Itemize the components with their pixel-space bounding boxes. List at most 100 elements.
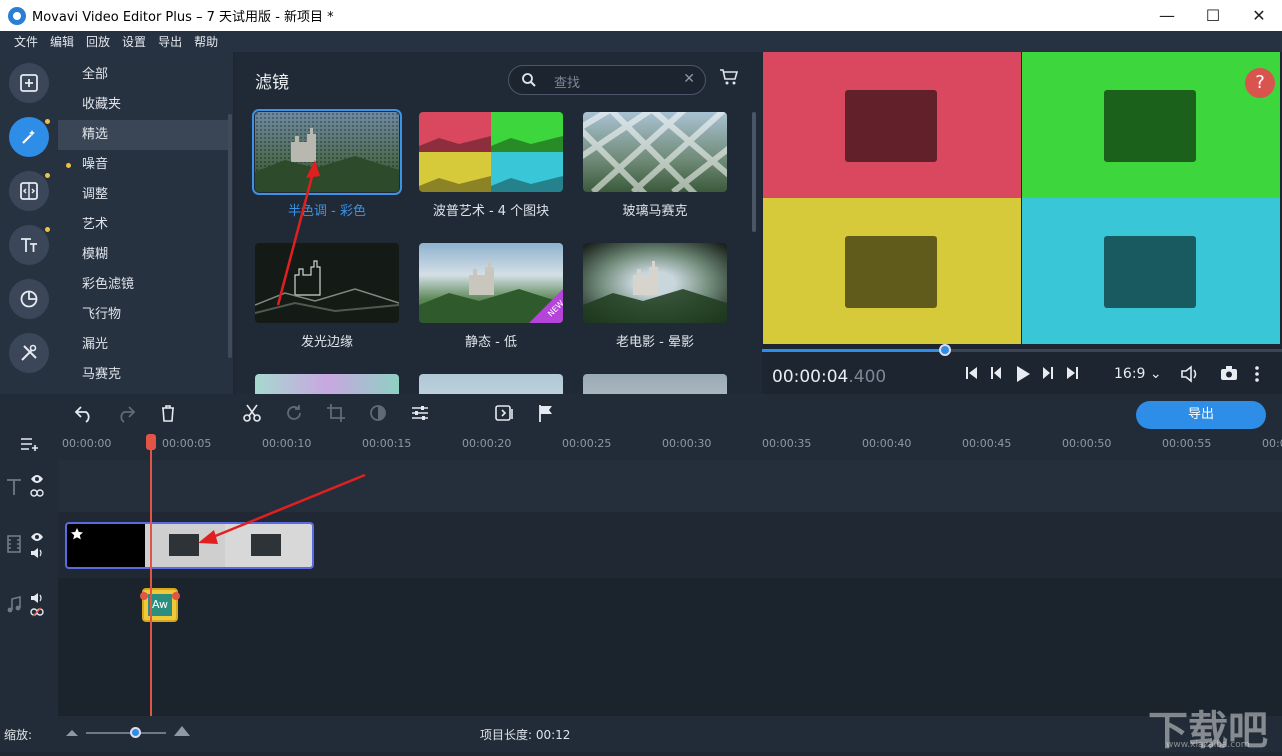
close-button[interactable]: ✕: [1236, 0, 1282, 31]
play-icon[interactable]: [1014, 365, 1032, 383]
zoom-out-icon[interactable]: [66, 728, 78, 736]
maximize-button[interactable]: ☐: [1190, 0, 1236, 31]
rotate-icon[interactable]: [284, 403, 304, 423]
transition-wizard-icon[interactable]: [494, 403, 514, 423]
status-bar: 缩放: 项目长度: 00:12: [0, 716, 1282, 752]
unlink-icon[interactable]: [30, 607, 44, 617]
filter-thumb-halftone-color[interactable]: [252, 109, 402, 195]
audio-track[interactable]: [58, 578, 1282, 716]
title-bar: Movavi Video Editor Plus – 7 天试用版 - 新项目 …: [0, 0, 1282, 31]
audio-clip[interactable]: Aw: [140, 588, 180, 622]
filter-thumb-glowing-edges[interactable]: [255, 243, 399, 323]
filter-thumb[interactable]: [583, 374, 727, 394]
more-options-icon[interactable]: [1254, 365, 1260, 383]
category-scrollbar[interactable]: [228, 114, 232, 358]
ruler-label: 00:00:20: [462, 437, 512, 450]
menu-export[interactable]: 导出: [158, 33, 182, 50]
filter-thumb-static-low[interactable]: NEW: [419, 243, 563, 323]
category-label: 飞行物: [82, 307, 122, 322]
zoom-in-icon[interactable]: [174, 725, 190, 736]
volume-icon[interactable]: [30, 547, 44, 559]
category-label: 调整: [82, 187, 109, 202]
titles-button[interactable]: [9, 225, 50, 265]
volume-icon[interactable]: [30, 592, 44, 604]
category-all[interactable]: 全部: [58, 60, 228, 90]
cut-icon[interactable]: [242, 403, 262, 423]
aspect-ratio-select[interactable]: 16:9 ⌄: [1114, 366, 1162, 382]
category-flying-objects[interactable]: 飞行物: [58, 300, 228, 330]
delete-icon[interactable]: [158, 403, 178, 423]
timeline-ruler[interactable]: 00:00:00 00:00:05 00:00:10 00:00:15 00:0…: [58, 432, 1282, 460]
add-track-icon[interactable]: [20, 436, 40, 452]
redo-icon[interactable]: [116, 403, 136, 423]
filter-thumb[interactable]: [255, 374, 399, 394]
eye-icon[interactable]: [30, 532, 44, 542]
menu-playback[interactable]: 回放: [86, 33, 110, 50]
export-button[interactable]: 导出: [1136, 401, 1266, 429]
seek-knob[interactable]: [939, 344, 951, 356]
skip-start-icon[interactable]: [964, 365, 980, 381]
category-light-leaks[interactable]: 漏光: [58, 330, 228, 360]
filter-thumb[interactable]: [419, 374, 563, 394]
category-noise[interactable]: 噪音: [58, 150, 228, 180]
transition-icon: [20, 182, 38, 200]
ruler-label: 00:01: [1262, 437, 1282, 450]
stickers-button[interactable]: [9, 279, 49, 319]
category-favorites[interactable]: 收藏夹: [58, 90, 228, 120]
category-label: 精选: [82, 127, 109, 142]
search-input[interactable]: 查找 ✕: [508, 65, 706, 95]
more-tools-button[interactable]: [9, 333, 49, 373]
filter-thumb-old-movie-vignette[interactable]: [583, 243, 727, 323]
gallery-scrollbar[interactable]: [752, 112, 756, 232]
color-adjust-icon[interactable]: [368, 403, 388, 423]
clip-frame: [145, 524, 225, 567]
snapshot-icon[interactable]: [1220, 365, 1238, 381]
skip-end-icon[interactable]: [1064, 365, 1080, 381]
undo-icon[interactable]: [74, 403, 94, 423]
zoom-slider[interactable]: [86, 732, 166, 734]
volume-icon[interactable]: [1180, 365, 1200, 383]
project-length: 项目长度: 00:12: [480, 728, 571, 742]
category-mosaic[interactable]: 马赛克: [58, 360, 228, 390]
category-adjust[interactable]: 调整: [58, 180, 228, 210]
import-button[interactable]: [9, 63, 49, 103]
help-button[interactable]: ?: [1245, 68, 1275, 98]
title-track[interactable]: [58, 460, 1282, 512]
preview-quadrant: [1022, 198, 1280, 344]
next-frame-icon[interactable]: [1040, 365, 1056, 381]
eye-icon[interactable]: [30, 474, 44, 484]
filter-thumb-pop-art[interactable]: [419, 112, 563, 192]
zoom-slider-knob[interactable]: [130, 727, 141, 738]
menu-settings[interactable]: 设置: [122, 33, 146, 50]
playhead-handle[interactable]: [146, 434, 156, 450]
minimize-button[interactable]: —: [1144, 0, 1190, 31]
category-label: 艺术: [82, 217, 109, 232]
category-label: 马赛克: [82, 367, 122, 382]
store-cart-icon[interactable]: [719, 68, 739, 86]
category-featured[interactable]: 精选: [58, 120, 228, 150]
video-clip[interactable]: [65, 522, 314, 569]
category-blur[interactable]: 模糊: [58, 240, 228, 270]
category-label: 彩色滤镜: [82, 277, 135, 292]
ruler-label: 00:00:55: [1162, 437, 1212, 450]
playhead[interactable]: [146, 434, 156, 716]
category-color-filters[interactable]: 彩色滤镜: [58, 270, 228, 300]
menu-file[interactable]: 文件: [14, 33, 38, 50]
clip-properties-icon[interactable]: [410, 403, 430, 423]
filter-thumb-glass-mosaic[interactable]: [583, 112, 727, 192]
search-icon: [522, 73, 536, 87]
menu-edit[interactable]: 编辑: [50, 33, 74, 50]
fade-handle[interactable]: [172, 592, 180, 600]
transitions-button[interactable]: [9, 171, 50, 211]
clear-search-icon[interactable]: ✕: [683, 71, 695, 87]
prev-frame-icon[interactable]: [988, 365, 1004, 381]
category-artistic[interactable]: 艺术: [58, 210, 228, 240]
crop-icon[interactable]: [326, 403, 346, 423]
fade-handle[interactable]: [140, 592, 148, 600]
menu-help[interactable]: 帮助: [194, 33, 218, 50]
filters-button[interactable]: [9, 117, 50, 157]
marker-flag-icon[interactable]: [536, 403, 556, 423]
filter-label: 静态 - 低: [465, 335, 517, 350]
preview-seekbar[interactable]: [762, 344, 1282, 356]
link-icon[interactable]: [30, 488, 44, 498]
